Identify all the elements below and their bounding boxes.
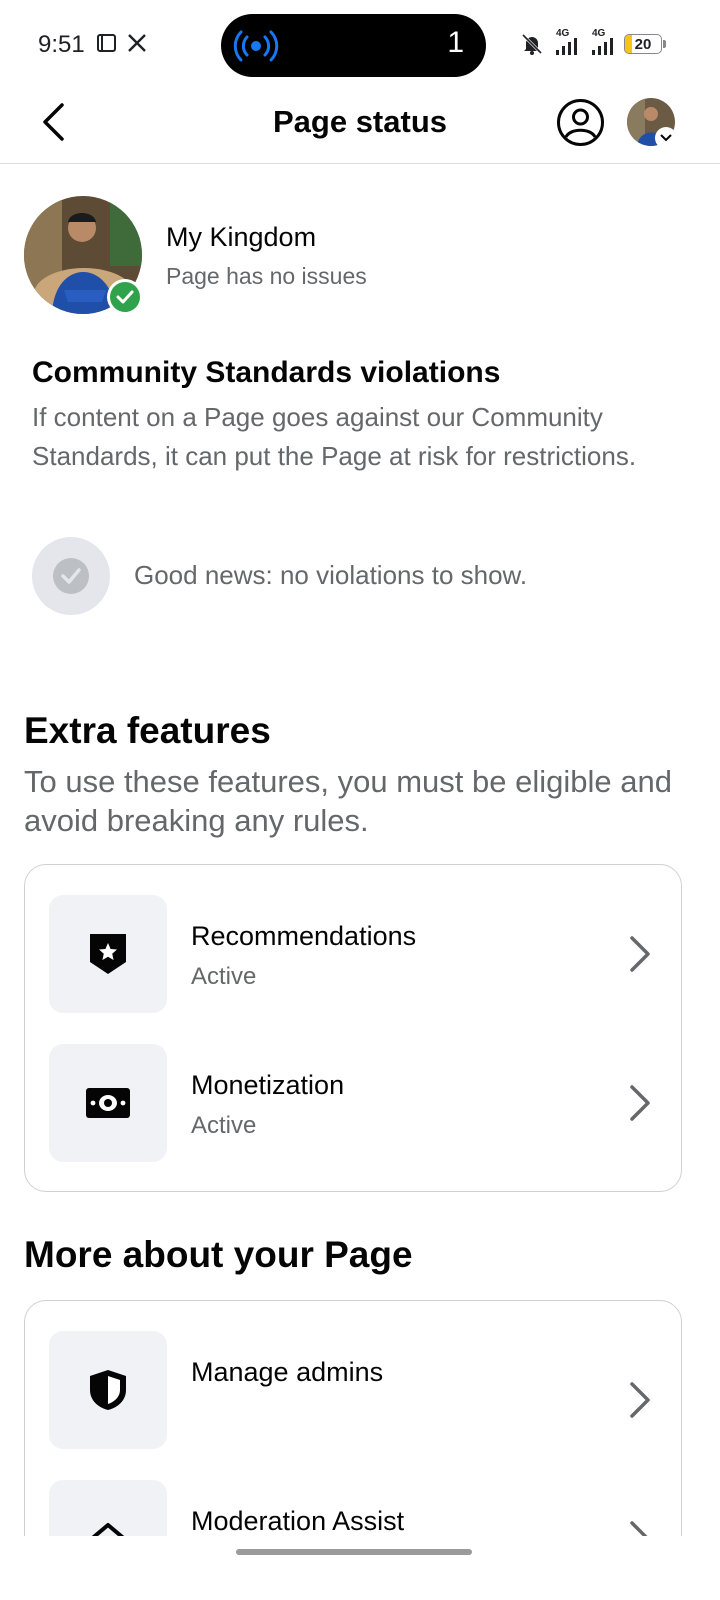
home-indicator[interactable] [236, 1549, 472, 1555]
page-name: My Kingdom [166, 222, 317, 252]
screen-record-icon [97, 34, 116, 52]
hotspot-icon [233, 30, 279, 62]
check-circle-icon [53, 558, 89, 594]
status-bar: 9:51 1 4G 4G 20 [0, 0, 720, 90]
extra-features-title: Extra features [24, 710, 271, 751]
manage-admins-label: Manage admins [191, 1357, 384, 1387]
signal-icon: 4G [552, 28, 580, 56]
no-violations-text: Good news: no violations to show. [134, 560, 528, 590]
monetization-label: Monetization [191, 1070, 345, 1100]
x-app-icon [128, 34, 146, 52]
verified-badge [107, 279, 143, 315]
page-title: Page status [272, 104, 447, 139]
status-time: 9:51 [38, 31, 85, 58]
moderation-assist-label: Moderation Assist [191, 1506, 405, 1536]
more-about-title: More about your Page [24, 1234, 413, 1275]
profile-button[interactable] [556, 98, 605, 147]
recommendations-status: Active [191, 963, 257, 990]
community-standards-description: If content on a Page goes against our Co… [32, 402, 637, 471]
mute-bell-icon [521, 33, 543, 55]
money-icon [86, 1088, 130, 1118]
recommendations-label: Recommendations [191, 921, 417, 951]
extra-features-card: Recommendations Active Monetization Acti… [24, 864, 682, 1192]
account-switch-button[interactable] [655, 127, 677, 149]
recommendations-row[interactable]: Recommendations Active [49, 895, 659, 1013]
monetization-row[interactable]: Monetization Active [49, 1044, 659, 1162]
shield-icon [90, 1370, 126, 1410]
no-violations-icon [32, 537, 110, 615]
more-about-card: Manage admins Moderation Assist [24, 1300, 682, 1536]
chevron-right-icon [621, 1520, 659, 1536]
monetization-status: Active [191, 1112, 257, 1139]
moderation-assist-row[interactable]: Moderation Assist [49, 1480, 659, 1536]
dynamic-island[interactable]: 1 [221, 14, 486, 77]
manage-admins-row[interactable]: Manage admins [49, 1331, 659, 1449]
badge-star-icon [90, 934, 126, 974]
moderation-icon [91, 1523, 125, 1536]
battery-icon: 20 [624, 34, 662, 54]
top-app-bar: Page status [0, 90, 720, 164]
chevron-right-icon [621, 1084, 659, 1122]
notification-count: 1 [447, 26, 464, 59]
chevron-right-icon [621, 1381, 659, 1419]
signal-icon-2: 4G [588, 28, 616, 56]
community-standards-title: Community Standards violations [32, 356, 501, 389]
chevron-down-icon [660, 134, 672, 142]
profile-icon [557, 99, 604, 146]
check-icon [116, 290, 134, 304]
page-status-text: Page has no issues [166, 263, 367, 289]
chevron-right-icon [621, 935, 659, 973]
extra-features-description: To use these features, you must be eligi… [24, 764, 672, 838]
